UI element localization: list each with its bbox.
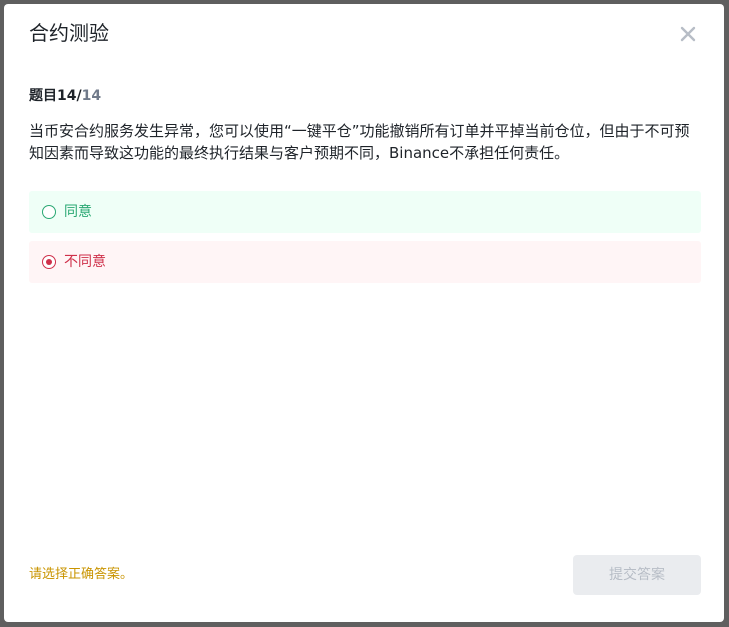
question-counter-prefix: 题目 (29, 88, 57, 104)
close-icon (680, 26, 696, 42)
modal-title: 合约测验 (29, 21, 109, 45)
radio-checked-icon[interactable] (42, 255, 56, 269)
question-total: 14 (81, 88, 102, 104)
option-agree-label: 同意 (64, 204, 92, 220)
question-text: 当币安合约服务发生异常，您可以使用“一键平仓”功能撤销所有订单并平掉当前仓位，但… (29, 122, 690, 162)
close-button[interactable] (678, 24, 698, 44)
radio-unchecked-icon[interactable] (42, 205, 56, 219)
answer-hint: 请选择正确答案。 (29, 567, 134, 582)
option-agree[interactable]: 同意 (29, 191, 701, 233)
question-counter: 题目14/14 (29, 86, 101, 106)
option-disagree-label: 不同意 (64, 254, 106, 270)
option-disagree[interactable]: 不同意 (29, 241, 701, 283)
submit-answer-button[interactable]: 提交答案 (573, 555, 701, 595)
question-current: 14 (57, 88, 77, 104)
quiz-modal: 合约测验 题目14/14 当币安合约服务发生异常，您可以使用“一键平仓”功能撤销… (4, 4, 724, 622)
